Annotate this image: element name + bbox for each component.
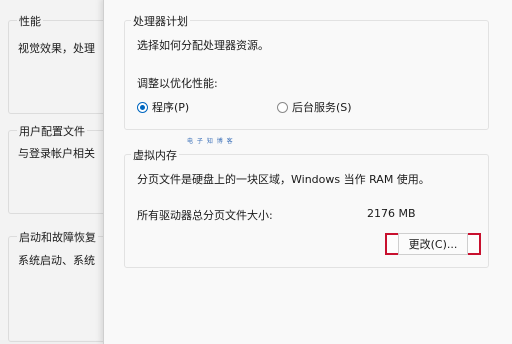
virtual-memory-description: 分页文件是硬盘上的一块区域，Windows 当作 RAM 使用。 xyxy=(137,173,430,186)
virtual-memory-title: 虚拟内存 xyxy=(131,147,179,163)
change-button[interactable]: 更改(C)... xyxy=(397,233,469,255)
performance-options-dialog: 处理器计划 选择如何分配处理器资源。 调整以优化性能: 程序(P) 后台服务(S… xyxy=(103,0,512,344)
performance-text: 视觉效果，处理 xyxy=(18,42,95,55)
user-profiles-text: 与登录帐户相关 xyxy=(18,147,95,160)
watermark-text: 电 子 知 博 客 xyxy=(187,138,234,145)
processor-scheduling-title: 处理器计划 xyxy=(131,13,190,29)
change-button-highlight[interactable]: 更改(C)... xyxy=(385,233,481,255)
processor-scheduling-group: 处理器计划 选择如何分配处理器资源。 调整以优化性能: 程序(P) 后台服务(S… xyxy=(124,13,489,130)
processor-scheduling-description: 选择如何分配处理器资源。 xyxy=(137,39,269,52)
background-services-radio-indicator[interactable] xyxy=(277,101,288,113)
background-services-radio-label[interactable]: 后台服务(S) xyxy=(292,99,352,115)
programs-radio[interactable]: 程序(P) xyxy=(137,99,189,115)
total-paging-label: 所有驱动器总分页文件大小: xyxy=(137,209,273,222)
total-paging-value: 2176 MB xyxy=(367,207,416,220)
adjust-performance-label: 调整以优化性能: xyxy=(137,77,218,90)
startup-recovery-title: 启动和故障恢复 xyxy=(17,229,98,245)
startup-recovery-text: 系统启动、系统 xyxy=(18,254,95,267)
performance-title: 性能 xyxy=(17,13,43,29)
background-services-radio[interactable]: 后台服务(S) xyxy=(277,99,352,115)
programs-radio-label[interactable]: 程序(P) xyxy=(152,99,189,115)
user-profiles-title: 用户配置文件 xyxy=(17,123,87,139)
programs-radio-indicator[interactable] xyxy=(137,101,148,113)
